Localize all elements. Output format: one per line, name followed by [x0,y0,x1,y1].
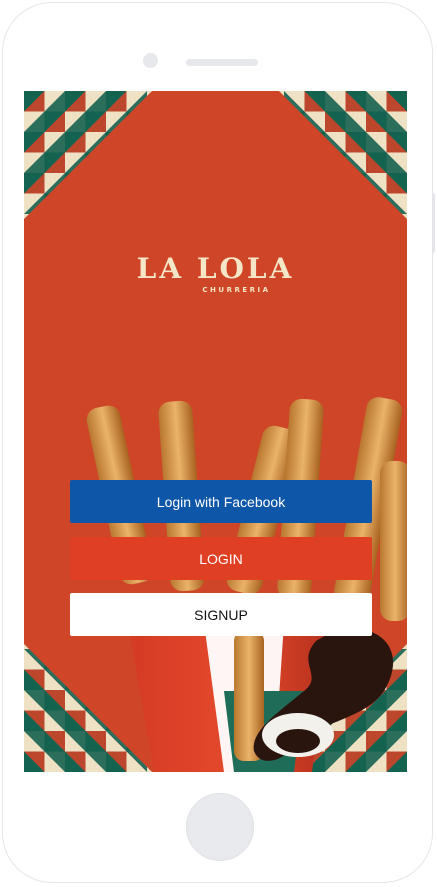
brand-logo: LA LOLA CHURRERIA [24,252,407,295]
pattern-corner-top-left [24,91,152,219]
home-button[interactable] [186,793,254,861]
brand-name: LA LOLA [136,252,295,285]
churros-photo [86,397,407,772]
front-camera [143,53,158,68]
signup-button[interactable]: SIGNUP [70,593,372,636]
earpiece-speaker [186,59,258,66]
side-button [432,193,435,253]
pattern-corner-top-right [279,91,407,219]
login-button[interactable]: LOGIN [70,537,372,580]
facebook-login-button[interactable]: Login with Facebook [70,480,372,523]
app-screen: LA LOLA CHURRERIA Login with Facebook LO… [24,91,407,772]
brand-tagline: CHURRERIA [202,286,271,294]
